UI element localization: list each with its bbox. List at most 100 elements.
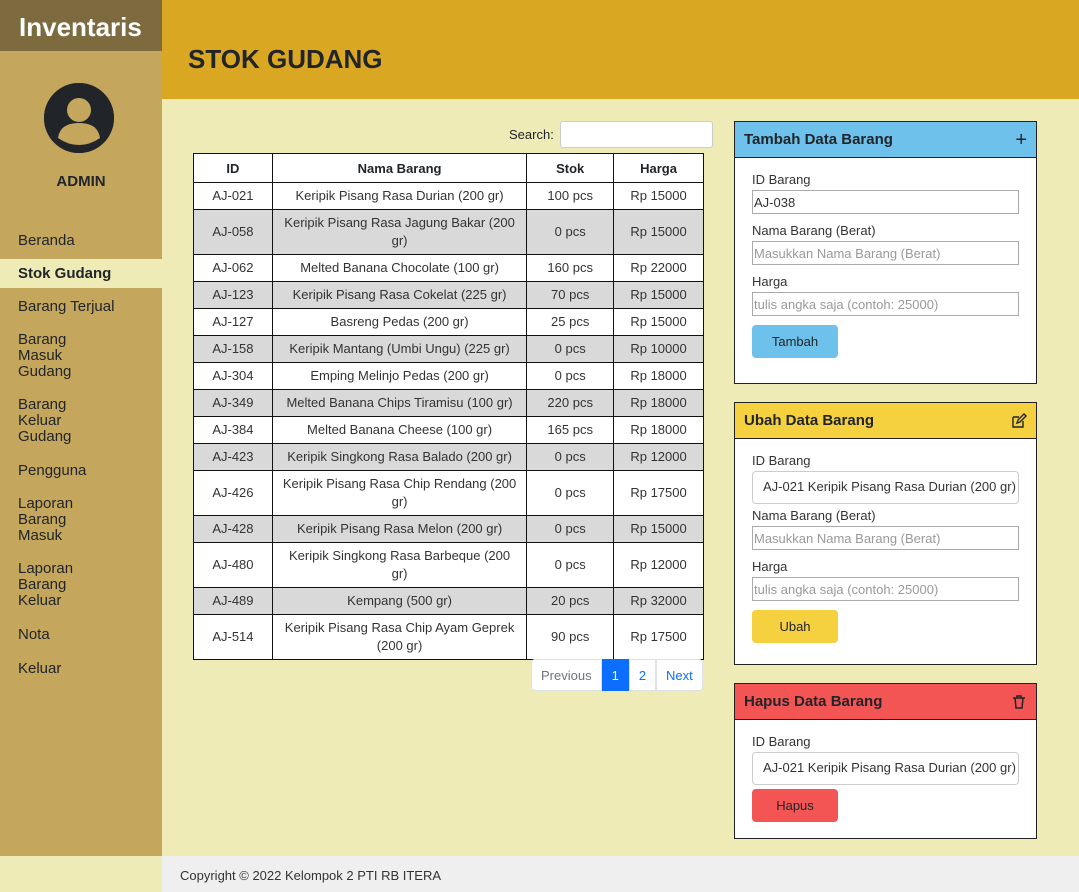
pagination: Previous 1 2 Next <box>531 659 703 691</box>
cell-id: AJ-480 <box>193 542 273 588</box>
add-name-input[interactable] <box>752 241 1019 265</box>
page-title: STOK GUDANG <box>188 44 383 74</box>
brand-title[interactable]: Inventaris <box>0 0 162 51</box>
edit-button[interactable]: Ubah <box>752 610 838 643</box>
delete-button[interactable]: Hapus <box>752 789 838 822</box>
footer-left <box>0 856 162 892</box>
table-row[interactable]: AJ-423 Keripik Singkong Rasa Balado (200 … <box>193 443 704 471</box>
cell-harga: Rp 15000 <box>613 209 704 255</box>
cell-harga: Rp 18000 <box>613 389 704 417</box>
cell-nama-barang: Emping Melinjo Pedas (200 gr) <box>271 362 528 390</box>
cell-harga: Rp 15000 <box>613 308 704 336</box>
edit-item-card-title: Ubah Data Barang <box>744 412 875 429</box>
cell-id: AJ-021 <box>193 182 273 210</box>
cell-id: AJ-428 <box>193 515 273 543</box>
cell-nama-barang: Keripik Pisang Rasa Chip Rendang (200 gr… <box>271 470 528 516</box>
sidebar-nav: Beranda Stok Gudang Barang Terjual Baran… <box>0 226 162 683</box>
cell-stok: 70 pcs <box>526 281 615 309</box>
pagination-previous-button[interactable]: Previous <box>531 659 602 691</box>
sidebar-item-stok-gudang[interactable]: Stok Gudang <box>0 259 162 288</box>
table-row[interactable]: AJ-514 Keripik Pisang Rasa Chip Ayam Gepr… <box>193 614 704 660</box>
cell-harga: Rp 32000 <box>613 587 704 615</box>
pagination-next-button[interactable]: Next <box>656 659 703 691</box>
pagination-page-1[interactable]: 1 <box>601 659 629 691</box>
table-row[interactable]: AJ-349 Melted Banana Chips Tiramisu (100 … <box>193 389 704 417</box>
trash-icon[interactable] <box>1011 694 1027 710</box>
cell-id: AJ-304 <box>193 362 273 390</box>
cell-harga: Rp 18000 <box>613 416 704 444</box>
edit-icon[interactable] <box>1011 412 1027 429</box>
cell-harga: Rp 15000 <box>613 515 704 543</box>
sidebar-item-barang-terjual[interactable]: Barang Terjual <box>0 292 162 321</box>
add-item-card: Tambah Data Barang + ID Barang Nama Bara… <box>734 121 1037 384</box>
column-header-stok[interactable]: Stok <box>526 153 615 183</box>
cell-harga: Rp 17500 <box>613 614 704 660</box>
sidebar-item-nota[interactable]: Nota <box>0 620 162 649</box>
sidebar-item-beranda[interactable]: Beranda <box>0 226 162 255</box>
sidebar-item-barang-keluar-gudang[interactable]: Barang Keluar Gudang <box>0 391 130 451</box>
sidebar-item-keluar[interactable]: Keluar <box>0 654 162 683</box>
table-row[interactable]: AJ-123 Keripik Pisang Rasa Cokelat (225 g… <box>193 281 704 309</box>
table-row[interactable]: AJ-480 Keripik Singkong Rasa Barbeque (20… <box>193 542 704 588</box>
pagination-page-2[interactable]: 2 <box>628 659 657 691</box>
delete-id-select[interactable]: AJ-021 Keripik Pisang Rasa Durian (200 g… <box>752 752 1019 785</box>
plus-icon[interactable]: + <box>1015 130 1027 150</box>
cell-nama-barang: Keripik Pisang Rasa Melon (200 gr) <box>271 515 528 543</box>
cell-nama-barang: Melted Banana Cheese (100 gr) <box>271 416 528 444</box>
stock-table-body: AJ-021 Keripik Pisang Rasa Durian (200 gr… <box>193 182 704 660</box>
cell-id: AJ-489 <box>193 587 273 615</box>
table-row[interactable]: AJ-021 Keripik Pisang Rasa Durian (200 gr… <box>193 182 704 210</box>
page-header: STOK GUDANG <box>162 0 1079 99</box>
column-header-id[interactable]: ID <box>193 153 273 183</box>
table-row[interactable]: AJ-058 Keripik Pisang Rasa Jagung Bakar (… <box>193 209 704 255</box>
delete-item-card: Hapus Data Barang ID Barang AJ-021 Kerip… <box>734 683 1037 839</box>
table-row[interactable]: AJ-428 Keripik Pisang Rasa Melon (200 gr)… <box>193 515 704 543</box>
sidebar-item-pengguna[interactable]: Pengguna <box>0 456 162 485</box>
delete-item-card-title: Hapus Data Barang <box>744 693 883 710</box>
cell-id: AJ-158 <box>193 335 273 363</box>
sidebar-item-laporan-barang-masuk[interactable]: Laporan Barang Masuk <box>0 490 130 550</box>
table-row[interactable]: AJ-127 Basreng Pedas (200 gr) 25 pcs Rp 150… <box>193 308 704 336</box>
add-price-input[interactable] <box>752 292 1019 316</box>
table-row[interactable]: AJ-158 Keripik Mantang (Umbi Ungu) (225 g… <box>193 335 704 363</box>
edit-price-label: Harga <box>752 559 788 574</box>
cell-stok: 220 pcs <box>526 389 615 417</box>
cell-stok: 100 pcs <box>526 182 615 210</box>
add-button[interactable]: Tambah <box>752 325 838 358</box>
footer: Copyright © 2022 Kelompok 2 PTI RB ITERA <box>162 856 1079 892</box>
edit-name-input[interactable] <box>752 526 1019 550</box>
cell-stok: 20 pcs <box>526 587 615 615</box>
cell-nama-barang: Keripik Pisang Rasa Cokelat (225 gr) <box>271 281 528 309</box>
cell-nama-barang: Kempang (500 gr) <box>271 587 528 615</box>
cell-id: AJ-349 <box>193 389 273 417</box>
sidebar-item-barang-masuk-gudang[interactable]: Barang Masuk Gudang <box>0 326 130 386</box>
table-row[interactable]: AJ-489 Kempang (500 gr) 20 pcs Rp 32000 <box>193 587 704 615</box>
edit-item-card: Ubah Data Barang ID Barang AJ-021 Keripi… <box>734 402 1037 665</box>
table-row[interactable]: AJ-304 Emping Melinjo Pedas (200 gr) 0 pcs… <box>193 362 704 390</box>
column-header-harga[interactable]: Harga <box>613 153 704 183</box>
add-id-input[interactable] <box>752 190 1019 214</box>
delete-item-form: ID Barang AJ-021 Keripik Pisang Rasa Dur… <box>735 720 1036 834</box>
column-header-nama-barang[interactable]: Nama Barang <box>271 153 528 183</box>
table-row[interactable]: AJ-426 Keripik Pisang Rasa Chip Rendang (… <box>193 470 704 516</box>
footer-copyright: Copyright © 2022 Kelompok 2 PTI RB ITERA <box>180 868 442 883</box>
delete-item-card-header: Hapus Data Barang <box>735 684 1036 720</box>
cell-harga: Rp 15000 <box>613 182 704 210</box>
cell-id: AJ-062 <box>193 254 273 282</box>
table-header-row: ID Nama Barang Stok Harga <box>193 153 704 183</box>
search-input[interactable] <box>559 121 713 148</box>
cell-stok: 0 pcs <box>526 470 615 516</box>
cell-stok: 0 pcs <box>526 542 615 588</box>
edit-price-input[interactable] <box>752 577 1019 601</box>
add-item-form: ID Barang Nama Barang (Berat) Harga Tamb… <box>735 158 1036 370</box>
cell-id: AJ-384 <box>193 416 273 444</box>
table-row[interactable]: AJ-062 Melted Banana Chocolate (100 gr) 16… <box>193 254 704 282</box>
add-price-label: Harga <box>752 274 788 289</box>
table-row[interactable]: AJ-384 Melted Banana Cheese (100 gr) 165 p… <box>193 416 704 444</box>
sidebar-item-laporan-barang-keluar[interactable]: Laporan Barang Keluar <box>0 555 130 615</box>
cell-harga: Rp 12000 <box>613 542 704 588</box>
delete-id-label: ID Barang <box>752 734 811 749</box>
edit-id-select[interactable]: AJ-021 Keripik Pisang Rasa Durian (200 g… <box>752 471 1019 504</box>
edit-item-card-header: Ubah Data Barang <box>735 403 1036 439</box>
cell-nama-barang: Basreng Pedas (200 gr) <box>271 308 528 336</box>
